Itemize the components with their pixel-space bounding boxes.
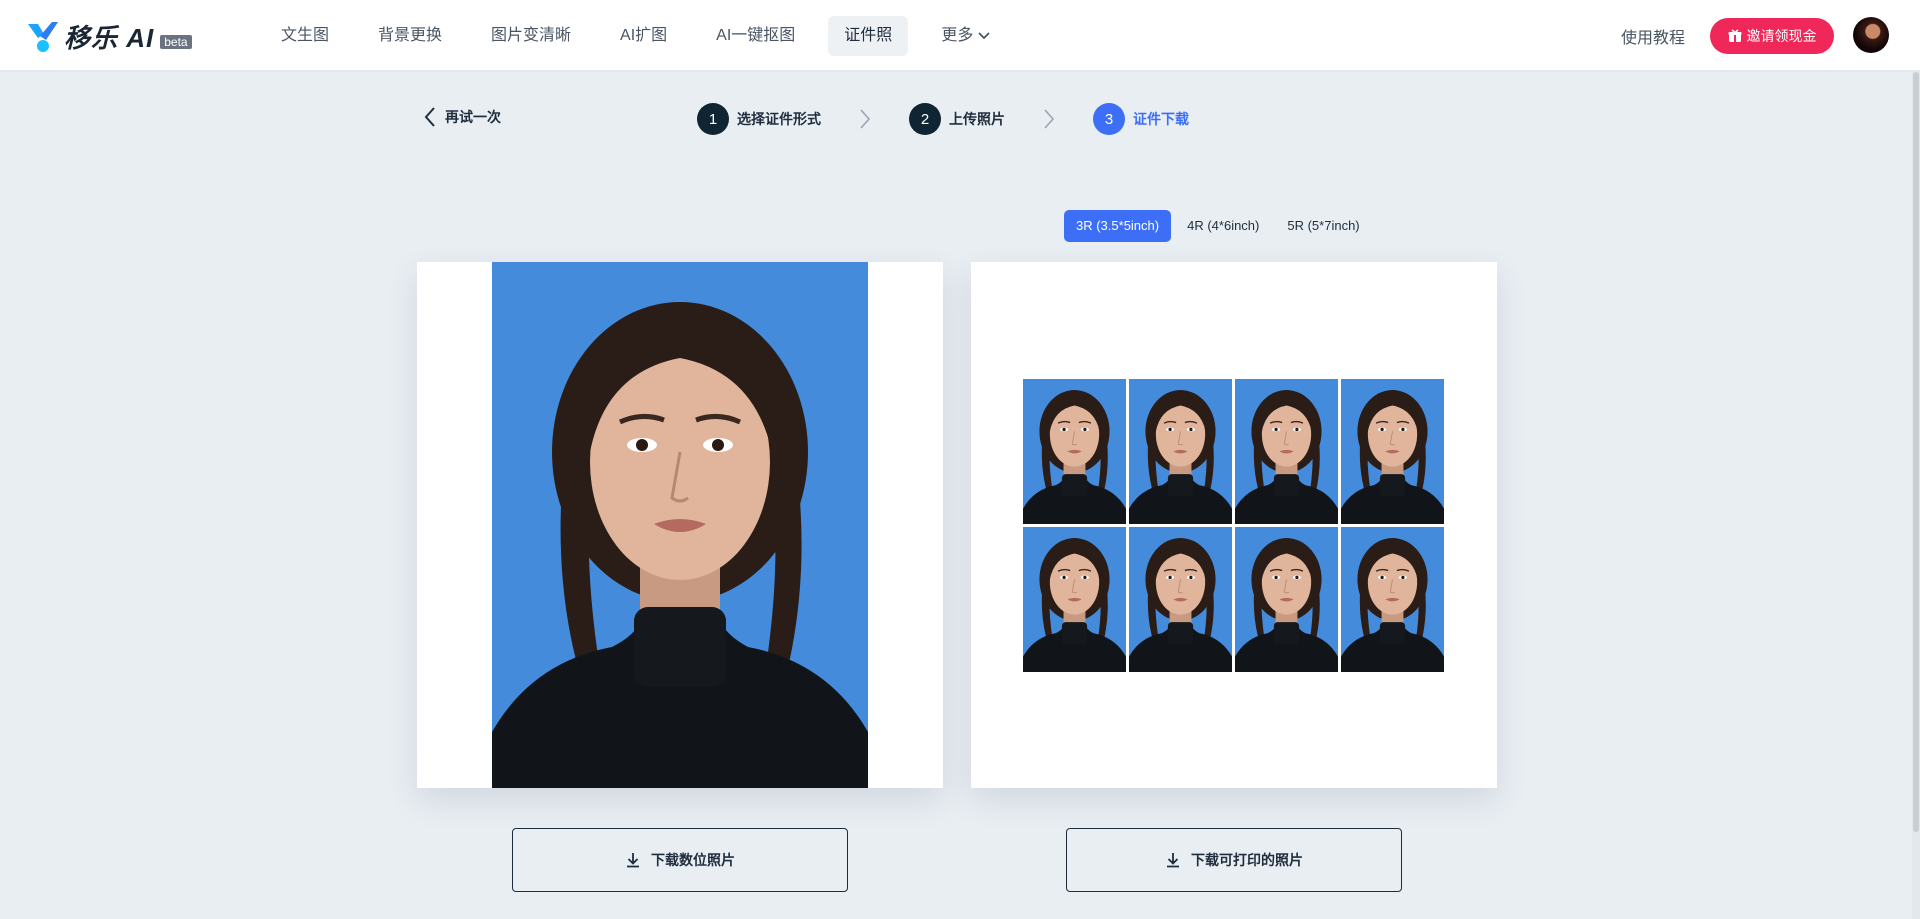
step-number: 3 <box>1093 103 1125 135</box>
user-avatar[interactable] <box>1853 17 1889 53</box>
sheet-photo <box>1023 527 1126 672</box>
logo-text: 移乐 AI <box>64 23 155 53</box>
invite-cash-button[interactable]: 邀请领现金 <box>1710 18 1834 54</box>
main-nav: 文生图 背景更换 图片变清晰 AI扩图 AI一键抠图 证件照 更多 <box>265 16 1024 56</box>
chevron-down-icon <box>978 32 990 40</box>
download-digital-button[interactable]: 下载数位照片 <box>512 828 848 892</box>
step-select-format: 1 选择证件形式 <box>697 103 821 135</box>
id-photo-image <box>492 262 868 788</box>
step-label: 选择证件形式 <box>737 111 821 127</box>
step-download: 3 证件下载 <box>1093 103 1189 135</box>
sheet-photo <box>1129 527 1232 672</box>
sheet-photo <box>1129 379 1232 524</box>
nav-background-replace[interactable]: 背景更换 <box>362 16 458 56</box>
size-option-4r[interactable]: 4R (4*6inch) <box>1175 210 1271 242</box>
size-option-5r[interactable]: 5R (5*7inch) <box>1275 210 1371 242</box>
download-digital-label: 下载数位照片 <box>651 852 735 868</box>
beta-badge: beta <box>160 34 192 49</box>
print-sheet <box>1023 379 1447 673</box>
printable-sheet-preview <box>971 262 1497 788</box>
download-printable-button[interactable]: 下载可打印的照片 <box>1066 828 1402 892</box>
nav-id-photo[interactable]: 证件照 <box>828 16 909 56</box>
step-number: 1 <box>697 103 729 135</box>
logo-mark-icon <box>28 21 58 52</box>
digital-photo-preview <box>417 262 943 788</box>
nav-more[interactable]: 更多 <box>925 16 1007 56</box>
chevron-left-icon <box>424 107 435 127</box>
nav-image-enhance[interactable]: 图片变清晰 <box>475 16 587 56</box>
sheet-photo <box>1235 527 1338 672</box>
download-icon <box>627 853 639 868</box>
download-icon <box>1167 853 1179 868</box>
step-number: 2 <box>909 103 941 135</box>
logo[interactable]: 移乐 AI beta <box>26 18 192 55</box>
retry-button[interactable]: 再试一次 <box>423 106 501 128</box>
step-label: 证件下载 <box>1133 111 1189 127</box>
nav-more-label: 更多 <box>941 27 974 44</box>
step-upload-photo: 2 上传照片 <box>909 103 1005 135</box>
chevron-right-icon <box>860 109 871 129</box>
sheet-photo <box>1341 379 1444 524</box>
invite-cash-label: 邀请领现金 <box>1746 28 1817 44</box>
sheet-photo <box>1023 379 1126 524</box>
step-label: 上传照片 <box>949 111 1005 127</box>
tutorial-link[interactable]: 使用教程 <box>1621 24 1685 48</box>
sheet-photo <box>1341 527 1444 672</box>
top-header: 移乐 AI beta 文生图 背景更换 图片变清晰 AI扩图 AI一键抠图 证件… <box>0 0 1920 70</box>
size-option-3r[interactable]: 3R (3.5*5inch) <box>1064 210 1172 242</box>
nav-ai-expand[interactable]: AI扩图 <box>604 16 683 56</box>
nav-ai-cutout[interactable]: AI一键抠图 <box>700 16 811 56</box>
download-printable-label: 下载可打印的照片 <box>1191 852 1303 868</box>
gift-icon <box>1728 29 1741 42</box>
retry-label: 再试一次 <box>445 109 501 125</box>
sheet-photo <box>1235 379 1338 524</box>
chevron-right-icon <box>1044 109 1055 129</box>
print-size-options: 3R (3.5*5inch) 4R (4*6inch) 5R (5*7inch) <box>1064 210 1376 242</box>
nav-text-to-image[interactable]: 文生图 <box>265 16 345 56</box>
scrollbar-thumb[interactable] <box>1913 72 1919 832</box>
